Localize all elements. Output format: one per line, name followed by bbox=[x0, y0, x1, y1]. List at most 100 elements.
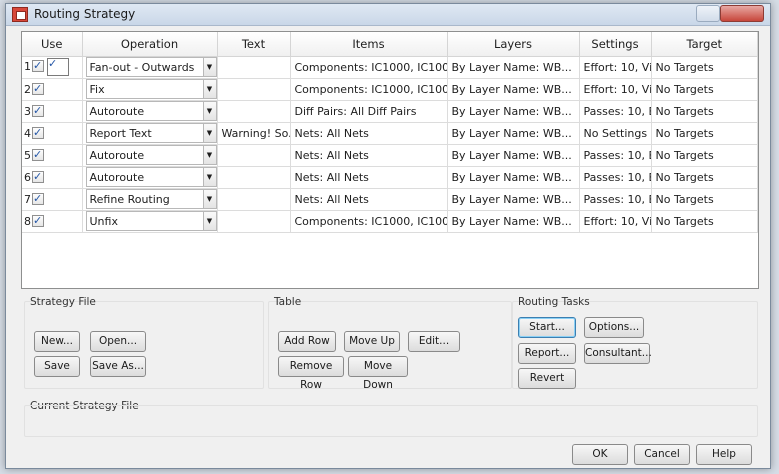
operation-select[interactable]: Fix ▼ bbox=[85, 79, 216, 99]
layers-cell[interactable]: By Layer Name: WB... bbox=[447, 56, 580, 79]
text-cell[interactable] bbox=[217, 100, 291, 123]
table-row[interactable]: 3 Autoroute▼ Diff Pairs: All Diff Pairs … bbox=[22, 100, 758, 123]
new-button[interactable]: New... bbox=[34, 331, 80, 352]
strategy-table: Use Operation Text Items Layers Settings… bbox=[22, 32, 758, 233]
settings-cell[interactable]: Passes: 10, Ef... bbox=[579, 166, 652, 189]
table-row[interactable]: 1 Fan-out - Outwards ▼ Components: IC1000… bbox=[22, 56, 758, 79]
dropdown-arrow-icon[interactable]: ▼ bbox=[202, 102, 216, 120]
operation-select[interactable]: Report Text ▼ bbox=[85, 123, 216, 143]
col-layers[interactable]: Layers bbox=[447, 32, 580, 57]
cancel-button[interactable]: Cancel bbox=[634, 444, 690, 465]
target-cell[interactable]: No Targets bbox=[651, 188, 758, 211]
settings-cell[interactable]: Effort: 10, Vi... bbox=[579, 56, 652, 79]
text-cell[interactable] bbox=[217, 144, 291, 167]
target-cell[interactable]: No Targets bbox=[651, 78, 758, 101]
use-checkbox[interactable] bbox=[32, 59, 44, 72]
table-row[interactable]: 8 Unfix ▼ Components: IC1000, IC1001... B… bbox=[22, 210, 758, 233]
operation-select[interactable]: Autoroute ▼ bbox=[85, 167, 216, 187]
layers-cell[interactable]: By Layer Name: WB... bbox=[447, 100, 580, 123]
text-cell[interactable] bbox=[217, 188, 291, 211]
table-row[interactable]: 5 Autoroute ▼ Nets: All Nets By Layer Nam… bbox=[22, 144, 758, 167]
use-checkbox[interactable] bbox=[32, 82, 44, 95]
use-checkbox[interactable] bbox=[32, 148, 44, 161]
target-cell[interactable]: No Targets bbox=[651, 100, 758, 123]
save-as-button[interactable]: Save As... bbox=[90, 356, 146, 377]
use-checkbox[interactable] bbox=[32, 214, 44, 227]
items-cell[interactable]: Nets: All Nets bbox=[290, 144, 448, 167]
items-cell[interactable]: Nets: All Nets bbox=[290, 122, 448, 145]
table-row[interactable]: 4 Report Text ▼ Warning! So... Nets: All … bbox=[22, 122, 758, 145]
target-cell[interactable]: No Targets bbox=[651, 210, 758, 233]
close-button[interactable] bbox=[720, 5, 764, 22]
col-use[interactable]: Use bbox=[22, 32, 83, 57]
use-checkbox[interactable] bbox=[32, 192, 44, 205]
target-cell[interactable]: No Targets bbox=[651, 144, 758, 167]
text-cell[interactable] bbox=[217, 166, 291, 189]
col-settings[interactable]: Settings bbox=[579, 32, 652, 57]
layers-cell[interactable]: By Layer Name: WB... bbox=[447, 78, 580, 101]
settings-cell[interactable]: Passes: 10, Ef... bbox=[579, 100, 652, 123]
use-checkbox[interactable] bbox=[32, 104, 44, 117]
dropdown-arrow-icon[interactable]: ▼ bbox=[202, 58, 216, 76]
dropdown-arrow-icon[interactable]: ▼ bbox=[202, 212, 216, 230]
use-checkbox[interactable] bbox=[32, 170, 44, 183]
layers-cell[interactable]: By Layer Name: WB... bbox=[447, 122, 580, 145]
items-cell[interactable]: Nets: All Nets bbox=[290, 166, 448, 189]
minimize-button[interactable] bbox=[696, 5, 720, 22]
col-target[interactable]: Target bbox=[651, 32, 758, 57]
use-checkbox[interactable] bbox=[32, 126, 44, 139]
target-cell[interactable]: No Targets bbox=[651, 56, 758, 79]
col-operation[interactable]: Operation bbox=[82, 32, 218, 57]
dropdown-arrow-icon[interactable]: ▼ bbox=[202, 124, 216, 142]
items-cell[interactable]: Components: IC1000, IC1001... bbox=[290, 210, 448, 233]
dropdown-arrow-icon[interactable]: ▼ bbox=[202, 146, 216, 164]
help-button[interactable]: Help bbox=[696, 444, 752, 465]
settings-cell[interactable]: Passes: 10, Ef... bbox=[579, 144, 652, 167]
consultant-button[interactable]: Consultant... bbox=[584, 343, 652, 364]
options-button[interactable]: Options... bbox=[584, 317, 644, 338]
operation-select[interactable]: Autoroute ▼ bbox=[85, 101, 216, 121]
settings-cell[interactable]: Effort: 10, Vi... bbox=[579, 210, 652, 233]
move-up-button[interactable]: Move Up bbox=[344, 331, 400, 352]
operation-select[interactable]: Refine Routing ▼ bbox=[85, 189, 216, 209]
items-cell[interactable]: Components: IC1000, IC1001... bbox=[290, 56, 448, 79]
settings-cell[interactable]: Passes: 10, Ef... bbox=[579, 188, 652, 211]
table-row[interactable]: 7 Refine Routing ▼ Nets: All Nets By Laye… bbox=[22, 188, 758, 211]
dropdown-arrow-icon[interactable]: ▼ bbox=[202, 190, 216, 208]
col-items[interactable]: Items bbox=[290, 32, 448, 57]
operation-select[interactable]: Unfix ▼ bbox=[85, 211, 216, 231]
open-button[interactable]: Open... bbox=[90, 331, 146, 352]
settings-cell[interactable]: No Settings ... bbox=[579, 122, 652, 145]
text-cell[interactable] bbox=[217, 78, 291, 101]
dropdown-arrow-icon[interactable]: ▼ bbox=[202, 168, 216, 186]
revert-button[interactable]: Revert bbox=[518, 368, 576, 389]
table-row[interactable]: 6 Autoroute ▼ Nets: All Nets By Layer Nam… bbox=[22, 166, 758, 189]
remove-row-button[interactable]: Remove Row bbox=[278, 356, 344, 391]
text-cell[interactable] bbox=[217, 210, 291, 233]
edit-button[interactable]: Edit... bbox=[408, 331, 460, 352]
target-cell[interactable]: No Targets bbox=[651, 166, 758, 189]
target-cell[interactable]: No Targets bbox=[651, 122, 758, 145]
operation-select[interactable]: Autoroute ▼ bbox=[85, 145, 216, 165]
report-button[interactable]: Report... bbox=[518, 343, 576, 364]
ok-button[interactable]: OK bbox=[572, 444, 628, 465]
dropdown-arrow-icon[interactable]: ▼ bbox=[202, 80, 216, 98]
start-button[interactable]: Start... bbox=[518, 317, 576, 338]
items-cell[interactable]: Components: IC1000, IC1001... bbox=[290, 78, 448, 101]
text-cell[interactable] bbox=[217, 56, 291, 79]
selection-cell[interactable] bbox=[47, 57, 69, 76]
move-down-button[interactable]: Move Down bbox=[348, 356, 408, 391]
table-row[interactable]: 2 Fix ▼ Components: IC1000, IC1001... By … bbox=[22, 78, 758, 101]
items-cell[interactable]: Nets: All Nets bbox=[290, 188, 448, 211]
settings-cell[interactable]: Effort: 10, Vi... bbox=[579, 78, 652, 101]
layers-cell[interactable]: By Layer Name: WB... bbox=[447, 210, 580, 233]
add-row-button[interactable]: Add Row bbox=[278, 331, 336, 352]
items-cell[interactable]: Diff Pairs: All Diff Pairs bbox=[290, 100, 448, 123]
layers-cell[interactable]: By Layer Name: WB... bbox=[447, 188, 580, 211]
save-button[interactable]: Save bbox=[34, 356, 80, 377]
layers-cell[interactable]: By Layer Name: WB... bbox=[447, 166, 580, 189]
layers-cell[interactable]: By Layer Name: WB... bbox=[447, 144, 580, 167]
operation-select[interactable]: Fan-out - Outwards ▼ bbox=[85, 57, 216, 77]
text-cell[interactable]: Warning! So... bbox=[217, 122, 291, 145]
col-text[interactable]: Text bbox=[217, 32, 291, 57]
